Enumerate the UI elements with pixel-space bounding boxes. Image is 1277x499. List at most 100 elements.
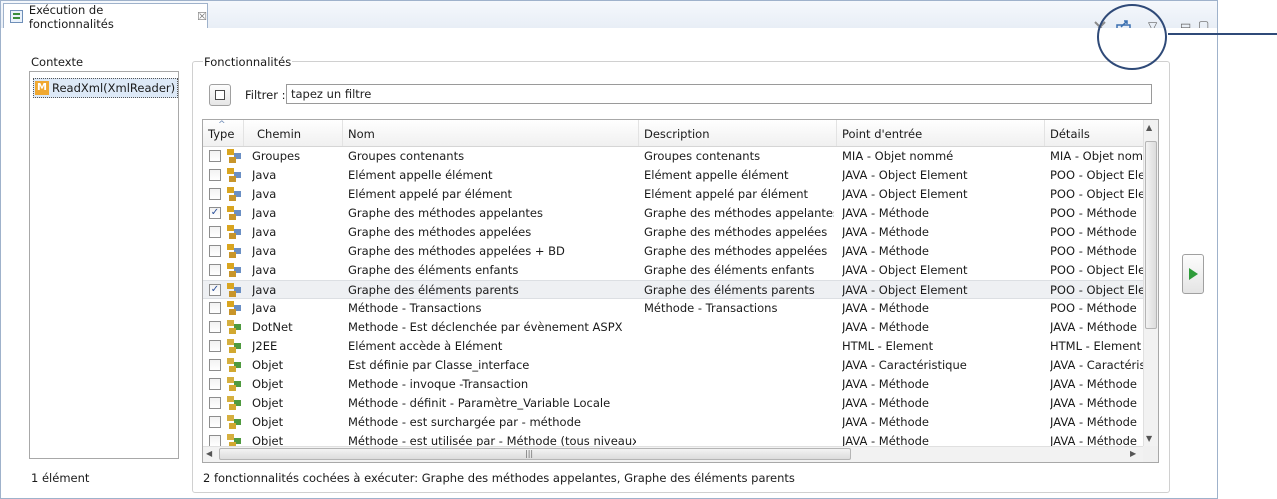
query-icon bbox=[227, 358, 241, 372]
filter-input[interactable] bbox=[286, 84, 1152, 104]
row-checkbox[interactable]: ✓ bbox=[209, 284, 221, 296]
row-checkbox[interactable] bbox=[209, 302, 221, 314]
row-checkbox[interactable] bbox=[209, 245, 221, 257]
scroll-up-icon[interactable]: ▲ bbox=[1146, 123, 1152, 132]
grip-icon: ||| bbox=[525, 449, 534, 458]
query-icon bbox=[227, 320, 241, 334]
fonctionnalites-table[interactable]: ^ Type Chemin Nom Description Point d'en… bbox=[202, 119, 1159, 463]
cell-nom: Méthode - Transactions bbox=[348, 301, 482, 315]
row-checkbox[interactable] bbox=[209, 359, 221, 371]
group-icon bbox=[227, 263, 241, 277]
cell-point: JAVA - Caractéristique bbox=[842, 358, 967, 372]
tab-title: Exécution de fonctionnalités bbox=[28, 2, 114, 31]
table-row[interactable]: Groupes Groupes contenants Groupes contena… bbox=[203, 147, 1144, 166]
table-row[interactable]: Java Elément appelle élément Elément appel… bbox=[203, 166, 1144, 185]
cell-description bbox=[644, 394, 834, 413]
row-checkbox[interactable] bbox=[209, 226, 221, 238]
cell-description bbox=[644, 375, 834, 394]
column-chemin[interactable]: Chemin bbox=[244, 120, 343, 146]
group-icon bbox=[227, 168, 241, 182]
horizontal-scrollbar[interactable]: ◀ ||| ▶ bbox=[203, 446, 1144, 462]
cell-chemin: Java bbox=[252, 263, 277, 277]
row-checkbox[interactable] bbox=[209, 416, 221, 428]
row-checkbox[interactable] bbox=[209, 321, 221, 333]
cell-nom: Groupes contenants bbox=[348, 149, 465, 163]
close-tab-icon[interactable]: ☒ bbox=[197, 10, 207, 23]
table-row[interactable]: J2EE Elément accède à Elément HTML - Eleme… bbox=[203, 337, 1144, 356]
contexte-list[interactable]: M ReadXml(XmlReader) bbox=[29, 71, 179, 459]
column-type[interactable]: ^ Type bbox=[203, 120, 244, 146]
row-checkbox[interactable] bbox=[209, 188, 221, 200]
table-row[interactable]: Objet Méthode - est surchargée par - méth… bbox=[203, 413, 1144, 432]
contexte-item-label: ReadXml(XmlReader) bbox=[52, 81, 176, 95]
group-icon bbox=[227, 283, 241, 297]
cell-details: JAVA - Méthode bbox=[1050, 415, 1137, 429]
row-checkbox[interactable]: ✓ bbox=[209, 207, 221, 219]
cell-nom: Graphe des éléments parents bbox=[348, 283, 519, 297]
scroll-corner bbox=[1143, 446, 1158, 462]
row-checkbox[interactable] bbox=[209, 169, 221, 181]
cell-point: JAVA - Object Element bbox=[842, 263, 968, 277]
scroll-down-icon[interactable]: ▼ bbox=[1146, 434, 1152, 443]
cell-details: POO - Object Element bbox=[1050, 187, 1144, 201]
table-row[interactable]: Java Elément appelé par élément Elément ap… bbox=[203, 185, 1144, 204]
vertical-scroll-thumb[interactable] bbox=[1145, 141, 1157, 329]
cell-description: Elément appelé par élément bbox=[644, 187, 809, 201]
view-icon bbox=[10, 10, 23, 23]
horizontal-scroll-thumb[interactable]: ||| bbox=[219, 448, 851, 460]
table-row[interactable]: Objet Methode - invoque -Transaction JAVA … bbox=[203, 375, 1144, 394]
table-row[interactable]: DotNet Methode - Est déclenchée par évène… bbox=[203, 318, 1144, 337]
cell-description: Méthode - Transactions bbox=[644, 301, 778, 315]
tab-execution-fonctionnalites[interactable]: Exécution de fonctionnalités ☒ bbox=[3, 2, 208, 31]
cell-point: JAVA - Méthode bbox=[842, 415, 929, 429]
row-checkbox[interactable] bbox=[209, 264, 221, 276]
table-row[interactable]: ✓ Java Graphe des éléments parents Graphe d… bbox=[203, 280, 1144, 299]
vertical-scrollbar[interactable]: ▲ ▼ bbox=[1143, 120, 1158, 447]
cell-description: Graphe des méthodes appelées bbox=[644, 244, 828, 258]
cell-details: POO - Méthode bbox=[1050, 206, 1137, 220]
column-point-entree[interactable]: Point d'entrée bbox=[837, 120, 1045, 146]
cell-description: Graphe des éléments enfants bbox=[644, 263, 815, 277]
column-details[interactable]: Détails bbox=[1045, 120, 1144, 146]
toggle-all-button[interactable] bbox=[209, 84, 231, 106]
cell-point: JAVA - Object Element bbox=[842, 283, 968, 297]
group-icon bbox=[227, 244, 241, 258]
scroll-left-icon[interactable]: ◀ bbox=[206, 449, 212, 458]
table-row[interactable]: Java Méthode - Transactions Méthode - Tran… bbox=[203, 299, 1144, 318]
cell-chemin: Objet bbox=[252, 415, 284, 429]
cell-point: JAVA - Méthode bbox=[842, 320, 929, 334]
scroll-right-icon[interactable]: ▶ bbox=[1130, 449, 1136, 458]
contexte-item[interactable]: M ReadXml(XmlReader) bbox=[33, 78, 179, 98]
cell-nom: Graphe des méthodes appelées + BD bbox=[348, 244, 565, 258]
column-description[interactable]: Description bbox=[639, 120, 837, 146]
model-icon: M bbox=[35, 81, 49, 95]
cell-chemin: DotNet bbox=[252, 320, 293, 334]
cell-point: JAVA - Méthode bbox=[842, 244, 929, 258]
cell-details: HTML - Element bbox=[1050, 339, 1142, 353]
table-row[interactable]: Objet Est définie par Classe_interface JAV… bbox=[203, 356, 1144, 375]
run-button[interactable] bbox=[1182, 254, 1204, 294]
group-icon bbox=[227, 206, 241, 220]
row-checkbox[interactable] bbox=[209, 150, 221, 162]
cell-chemin: Java bbox=[252, 206, 277, 220]
table-row[interactable]: ✓ Java Graphe des méthodes appelantes Graph… bbox=[203, 204, 1144, 223]
column-nom[interactable]: Nom bbox=[343, 120, 639, 146]
checkbox-icon bbox=[215, 90, 225, 100]
cell-chemin: Java bbox=[252, 244, 277, 258]
query-icon bbox=[227, 396, 241, 410]
table-row[interactable]: Objet Méthode - définit - Paramètre_Varia… bbox=[203, 394, 1144, 413]
cell-point: JAVA - Object Element bbox=[842, 168, 968, 182]
table-row[interactable]: Java Graphe des méthodes appelées Graphe d… bbox=[203, 223, 1144, 242]
cell-details: POO - Object Element bbox=[1050, 283, 1144, 297]
table-row[interactable]: Java Graphe des méthodes appelées + BD Gra… bbox=[203, 242, 1144, 261]
cell-nom: Elément appelé par élément bbox=[348, 187, 513, 201]
row-checkbox[interactable] bbox=[209, 378, 221, 390]
group-icon bbox=[227, 301, 241, 315]
row-checkbox[interactable] bbox=[209, 340, 221, 352]
callout-line bbox=[1168, 33, 1277, 35]
cell-point: MIA - Objet nommé bbox=[842, 149, 954, 163]
row-checkbox[interactable] bbox=[209, 397, 221, 409]
table-row[interactable]: Java Graphe des éléments enfants Graphe de… bbox=[203, 261, 1144, 280]
cell-details: JAVA - Méthode bbox=[1050, 320, 1137, 334]
cell-description: Graphe des éléments parents bbox=[644, 283, 815, 297]
